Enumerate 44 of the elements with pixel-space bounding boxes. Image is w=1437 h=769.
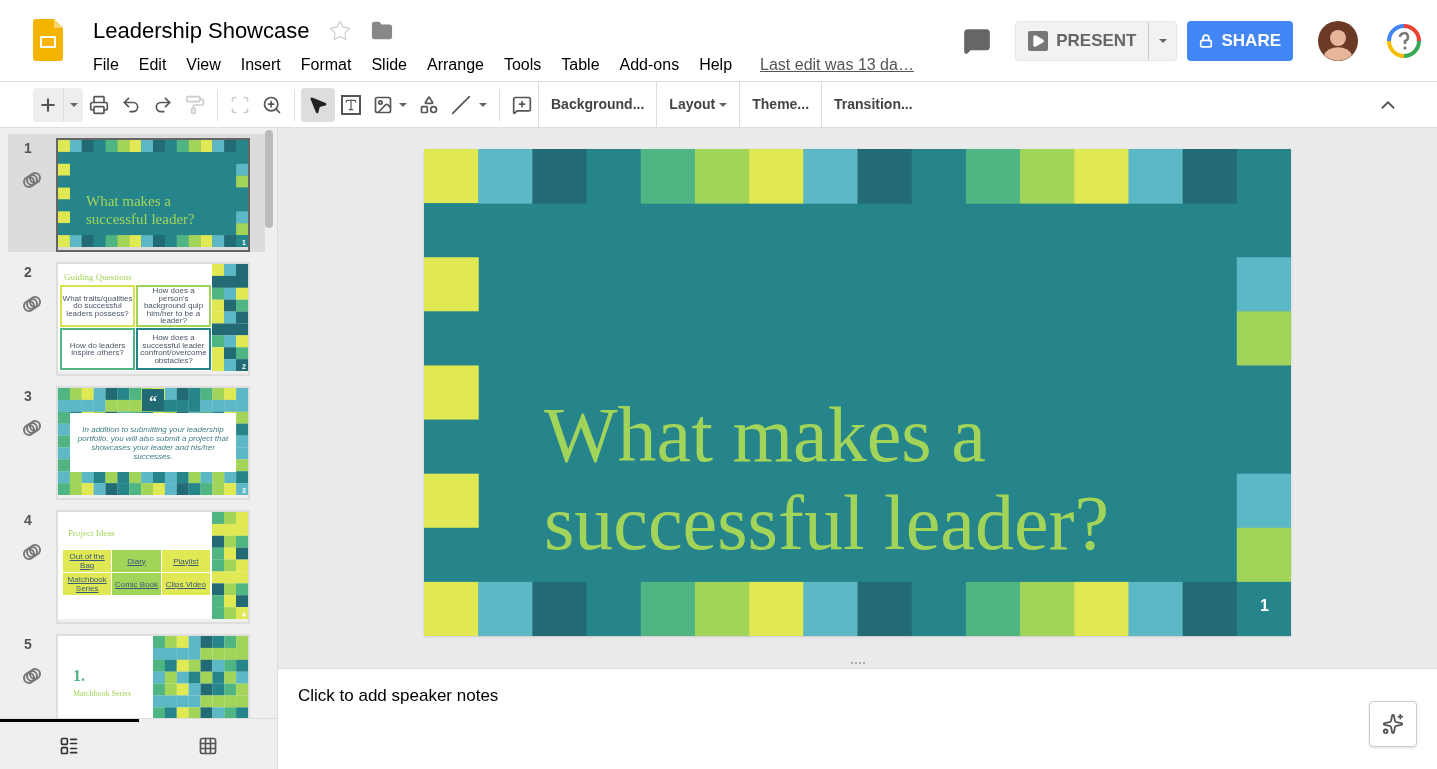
menu-item[interactable]: Help (699, 53, 733, 77)
menu-item[interactable]: Table (561, 53, 600, 77)
menu-item[interactable]: Edit (138, 53, 167, 77)
question-box: How do leaders inspire others? (60, 328, 135, 370)
table-cell: Playlist (161, 550, 210, 572)
menu-item[interactable]: Arrange (427, 53, 484, 77)
slide-number: 4 (24, 511, 33, 530)
share-button[interactable]: SHARE (1187, 21, 1293, 61)
menu-item[interactable]: File (93, 53, 119, 77)
table-cell: Comic Book (112, 573, 161, 595)
thumbnail-title: What makes a successful leader? (86, 192, 196, 228)
question-box: How does a person's background quip him/her to be a leader? (136, 285, 211, 327)
toolbar-menu-button[interactable]: Background... (539, 87, 657, 122)
menu-item[interactable]: Format (300, 53, 352, 77)
quote-mark: “ (142, 389, 164, 411)
table-cell: Diary (112, 550, 161, 572)
section-numeral: 1. (73, 666, 85, 686)
document-title[interactable]: Leadership Showcase (93, 14, 310, 47)
menu-item[interactable]: Add-ons (619, 53, 680, 77)
menu-item[interactable]: Slide (371, 53, 407, 77)
thumbnail-heading: Guiding Questions (64, 272, 132, 282)
table-cell: Out of the Bag (63, 550, 112, 572)
menu-item[interactable]: Insert (240, 53, 281, 77)
table-cell: Clips Video (161, 573, 210, 595)
quote-text: In addition to submitting your leadership portfolio, you will also submit a project that showcases your leader and his/her successes. (70, 413, 236, 472)
question-box: What traits/qualities do successful leaders possess? (60, 285, 135, 327)
speaker-notes-field[interactable]: Click to add speaker notes (278, 669, 1437, 769)
slide-number: 3 (24, 387, 33, 406)
slide-canvas[interactable]: What makes a successful leader? 1 (424, 149, 1291, 636)
slide-number: 2 (24, 263, 33, 282)
menu-item[interactable]: Tools (503, 53, 542, 77)
thumbnail-heading: Project Ideas (68, 528, 115, 538)
thumbnail-heading: Matchbook Series (73, 688, 132, 699)
toolbar-menu-button[interactable]: Transition... (822, 87, 925, 122)
menu-item[interactable]: View (186, 53, 221, 77)
last-edit-link[interactable]: Last edit was 13 da… (760, 53, 914, 77)
toolbar-menu-button[interactable]: Theme... (740, 87, 822, 122)
toolbar-menu-button[interactable]: Layout (657, 87, 740, 122)
question-box: How does a successful leader confront/overcome obstacles? (136, 328, 211, 370)
table-cell: Matchbook Series (63, 573, 112, 595)
present-button[interactable]: PRESENT (1015, 21, 1178, 61)
slide-number: 1 (24, 139, 33, 158)
slide-number: 5 (24, 635, 33, 654)
slide-page-number: 1 (1260, 596, 1269, 616)
